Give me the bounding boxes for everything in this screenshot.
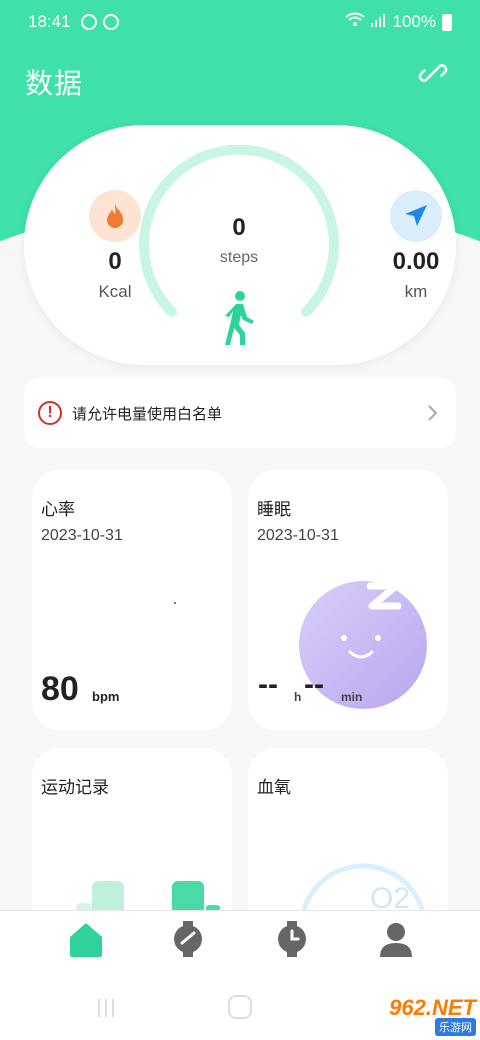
wifi-icon	[344, 12, 365, 33]
distance-metric: 0.00 km	[366, 190, 466, 302]
watermark-line1: 962.NET	[389, 994, 476, 1020]
sleep-minutes: --	[304, 668, 324, 701]
sleep-minutes-unit: min	[341, 690, 363, 704]
notice-text: 请允许电量使用白名单	[72, 405, 223, 423]
person-icon	[380, 923, 412, 957]
sleep-title: 睡眠	[257, 500, 291, 519]
chevron-right-icon	[422, 403, 442, 423]
flame-icon	[89, 190, 141, 242]
notification-icon	[80, 14, 97, 30]
recent-apps-icon[interactable]	[95, 997, 117, 1019]
heart-rate-dot	[174, 602, 176, 604]
watermark-logo: 962.NET 乐游网	[340, 994, 476, 1036]
distance-value: 0.00	[392, 248, 440, 275]
home-button-icon[interactable]	[228, 995, 252, 1019]
clock-icon	[278, 921, 306, 957]
unlink-icon[interactable]	[418, 58, 448, 88]
tab-clock[interactable]	[272, 919, 312, 959]
watermark-line2: 乐游网	[435, 1017, 476, 1036]
heart-rate-value: 80	[41, 670, 79, 708]
battery-percent: 100%	[392, 12, 436, 31]
home-icon	[70, 923, 102, 957]
page-title: 数据	[25, 68, 84, 99]
walking-icon	[221, 291, 257, 345]
heart-rate-card[interactable]: 心率 2023-10-31 80 bpm	[32, 470, 232, 730]
notification-icon	[102, 14, 119, 30]
tab-home[interactable]	[66, 919, 106, 959]
sleep-hours-unit: h	[294, 690, 302, 704]
heart-rate-title: 心率	[41, 500, 75, 519]
blood-oxygen-title: 血氧	[257, 778, 291, 797]
tab-profile[interactable]	[376, 919, 416, 959]
sleep-date: 2023-10-31	[257, 527, 339, 544]
navigation-arrow-icon	[390, 190, 442, 242]
heart-rate-unit: bpm	[92, 689, 120, 704]
activity-summary-card[interactable]: 0 Kcal 0 steps 0.00 km	[24, 125, 456, 365]
watch-icon	[174, 921, 202, 957]
bottom-tab-bar	[0, 910, 480, 980]
battery-icon	[442, 13, 452, 31]
signal-icon	[370, 12, 387, 32]
sleep-hours: --	[258, 668, 278, 701]
steps-unit: steps	[219, 249, 259, 266]
steps-value: 0	[232, 214, 246, 241]
tab-device[interactable]	[168, 919, 208, 959]
warning-icon: !	[38, 401, 62, 425]
battery-whitelist-notice[interactable]: ! 请允许电量使用白名单	[24, 378, 456, 448]
status-time: 18:41	[28, 12, 71, 31]
status-bar: 18:41 100%	[0, 0, 480, 44]
heart-rate-date: 2023-10-31	[41, 527, 123, 544]
sleep-card[interactable]: 睡眠 2023-10-31 -- h -- min	[248, 470, 448, 730]
distance-unit: km	[404, 282, 428, 301]
